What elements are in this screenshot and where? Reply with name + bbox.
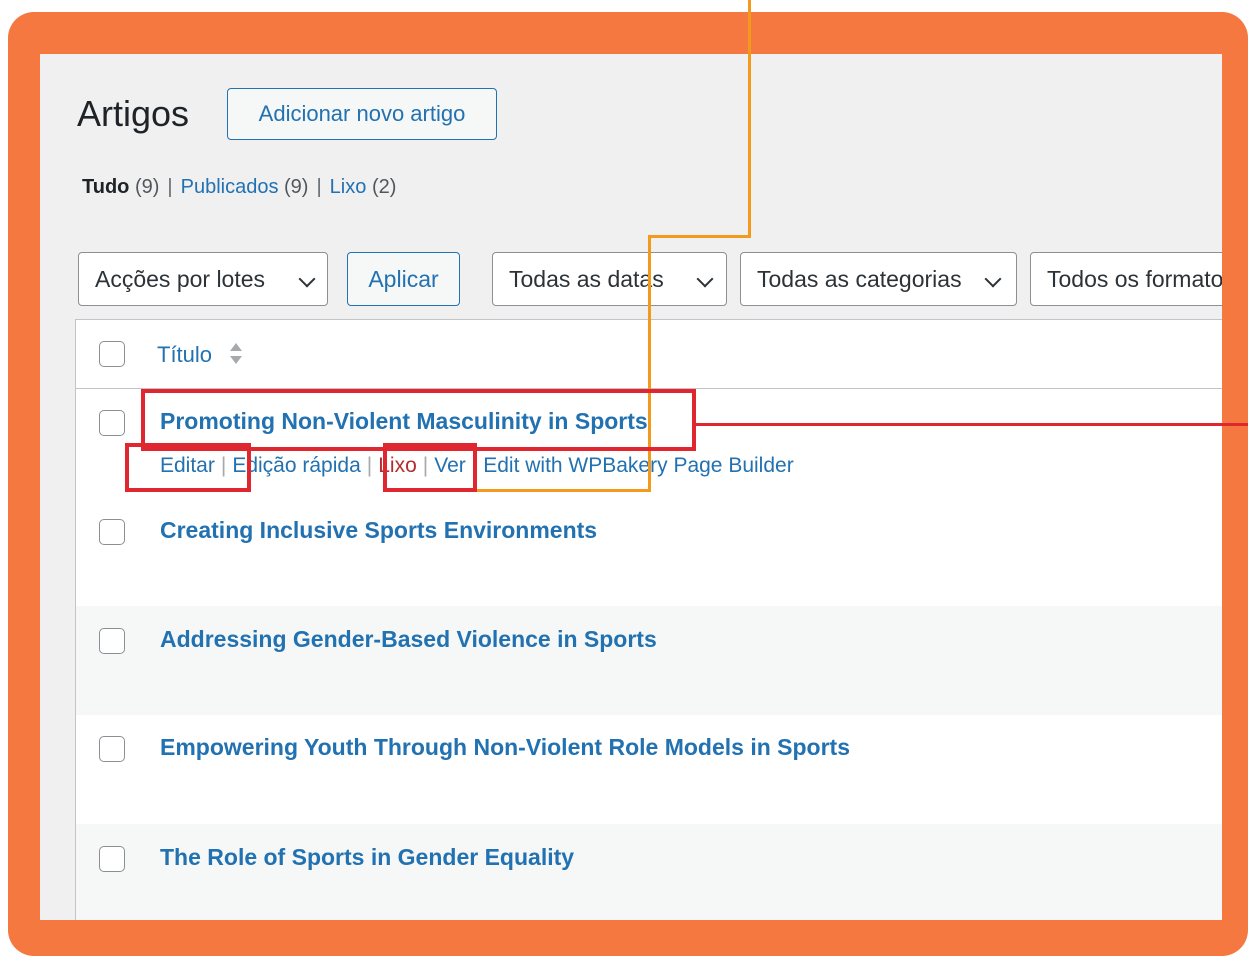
pointer-line xyxy=(694,423,1248,426)
row-checkbox[interactable] xyxy=(99,519,125,545)
row-checkbox[interactable] xyxy=(99,410,125,436)
post-title-link[interactable]: The Role of Sports in Gender Equality xyxy=(160,842,574,872)
connector-line xyxy=(651,235,751,238)
action-separator: | xyxy=(422,454,429,477)
apply-button[interactable]: Aplicar xyxy=(347,252,460,306)
date-filter-value: Todas as datas xyxy=(509,266,664,292)
chevron-down-icon xyxy=(984,270,1002,288)
filter-published[interactable]: Publicados xyxy=(181,176,279,198)
filter-all-count: (9) xyxy=(134,176,160,198)
post-title-link[interactable]: Creating Inclusive Sports Environments xyxy=(160,515,597,545)
category-filter-select[interactable]: Todas as categorias xyxy=(740,252,1017,306)
filter-trash-count: (2) xyxy=(371,176,397,198)
filter-trash[interactable]: Lixo xyxy=(330,176,367,198)
table-row: Addressing Gender-Based Violence in Spor… xyxy=(76,606,1222,715)
action-separator: | xyxy=(220,454,227,477)
action-separator: | xyxy=(366,454,373,477)
row-checkbox[interactable] xyxy=(99,846,125,872)
row-checkbox[interactable] xyxy=(99,736,125,762)
chevron-down-icon xyxy=(298,270,316,288)
table-row: Empowering Youth Through Non-Violent Rol… xyxy=(76,715,1222,824)
status-filter-links: Tudo (9) | Publicados (9) | Lixo (2) xyxy=(82,174,396,200)
column-title-header[interactable]: Título xyxy=(157,341,212,369)
filter-separator: | xyxy=(167,176,173,198)
post-title-link[interactable]: Empowering Youth Through Non-Violent Rol… xyxy=(160,732,850,762)
row-actions: Editar | Edição rápida | Lixo | Ver | Edit with … xyxy=(160,452,794,480)
date-filter-select[interactable]: Todas as datas xyxy=(492,252,727,306)
filter-published-count: (9) xyxy=(284,176,309,198)
filter-all[interactable]: Tudo xyxy=(82,176,129,198)
action-separator: | xyxy=(471,454,478,477)
bulk-actions-select[interactable]: Acções por lotes xyxy=(78,252,328,306)
connector-line xyxy=(748,0,751,238)
category-filter-value: Todas as categorias xyxy=(757,266,962,292)
post-title-link[interactable]: Addressing Gender-Based Violence in Spor… xyxy=(160,624,657,654)
post-title-link[interactable]: Promoting Non-Violent Masculinity in Spo… xyxy=(160,406,648,436)
wp-admin-screen: Artigos Adicionar novo artigo Tudo (9) | P… xyxy=(40,54,1222,920)
table-row: The Role of Sports in Gender Equality xyxy=(76,824,1222,920)
row-checkbox[interactable] xyxy=(99,628,125,654)
table-row: Creating Inclusive Sports Environments xyxy=(76,497,1222,606)
chevron-down-icon xyxy=(696,270,714,288)
view-link[interactable]: Ver xyxy=(434,454,466,477)
connector-line xyxy=(648,235,651,492)
bulk-actions-value: Acções por lotes xyxy=(95,266,266,292)
page-title: Artigos xyxy=(77,93,190,134)
format-filter-value: Todos os formatos xyxy=(1047,266,1222,292)
select-all-checkbox[interactable] xyxy=(99,341,125,367)
sort-icon[interactable] xyxy=(228,339,244,369)
quick-edit-link[interactable]: Edição rápida xyxy=(232,454,360,477)
trash-link[interactable]: Lixo xyxy=(378,454,417,477)
filter-separator: | xyxy=(316,176,322,198)
edit-link[interactable]: Editar xyxy=(160,454,215,477)
format-filter-select[interactable]: Todos os formatos xyxy=(1030,252,1222,306)
connector-line xyxy=(426,489,651,492)
add-new-post-button[interactable]: Adicionar novo artigo xyxy=(227,88,497,140)
wpbakery-edit-link[interactable]: Edit with WPBakery Page Builder xyxy=(483,454,793,477)
